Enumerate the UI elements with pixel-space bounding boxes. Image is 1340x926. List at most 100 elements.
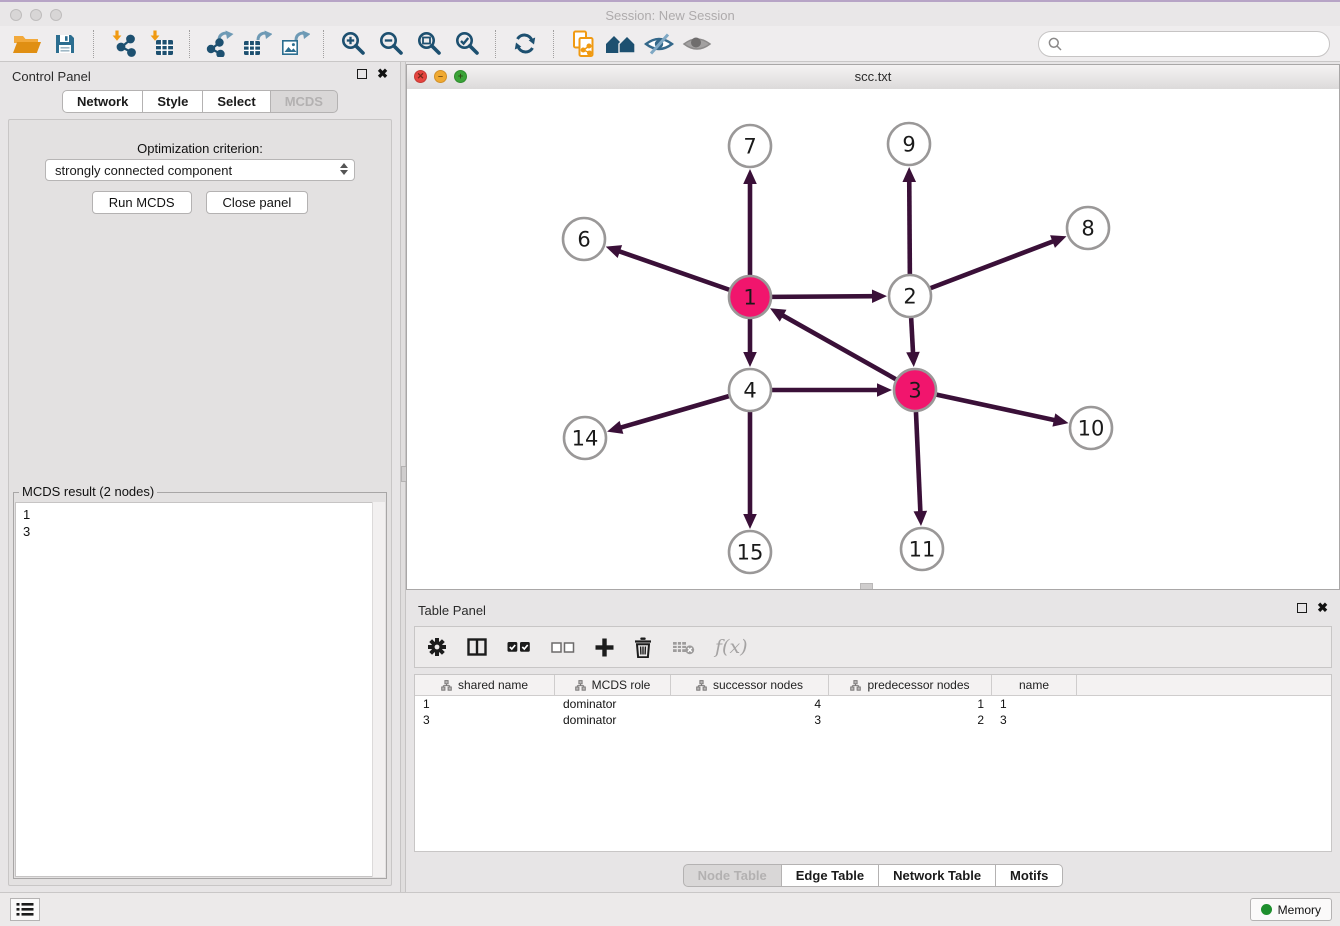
tab-edge-table[interactable]: Edge Table <box>782 864 879 887</box>
search-box[interactable] <box>1038 31 1330 57</box>
refresh-icon <box>512 31 538 56</box>
import-network-button[interactable] <box>106 29 140 59</box>
show-eye-button[interactable] <box>680 29 714 59</box>
run-mcds-button[interactable]: Run MCDS <box>92 191 192 214</box>
column-chooser-icon[interactable] <box>467 638 487 656</box>
column-header-successor-nodes[interactable]: successor nodes <box>671 675 829 695</box>
open-session-button[interactable] <box>10 29 44 59</box>
column-header-MCDS-role[interactable]: MCDS role <box>555 675 671 695</box>
control-panel-header: Control Panel ✖ <box>0 62 400 90</box>
export-table-button[interactable] <box>240 29 274 59</box>
export-image-button[interactable] <box>278 29 312 59</box>
refresh-button[interactable] <box>508 29 542 59</box>
edge-1-6[interactable] <box>617 251 729 290</box>
zoom-out-button[interactable] <box>374 29 408 59</box>
import-table-button[interactable] <box>144 29 178 59</box>
sort-tree-icon <box>575 680 586 691</box>
tab-motifs[interactable]: Motifs <box>996 864 1063 887</box>
node-label-3: 3 <box>908 379 921 403</box>
table-cell[interactable]: 3 <box>415 712 555 728</box>
node-label-2: 2 <box>903 285 916 309</box>
node-label-8: 8 <box>1081 217 1094 241</box>
tab-style[interactable]: Style <box>143 90 203 113</box>
clone-network-button[interactable] <box>566 29 600 59</box>
column-header-name[interactable]: name <box>992 675 1077 695</box>
table-cell[interactable]: 3 <box>671 712 829 728</box>
memory-button[interactable]: Memory <box>1250 898 1332 921</box>
main-toolbar <box>0 26 1340 62</box>
edge-2-9[interactable] <box>909 179 910 274</box>
table-tabs: Node TableEdge TableNetwork TableMotifs <box>406 864 1340 887</box>
select-all-icon[interactable] <box>507 641 531 653</box>
search-input[interactable] <box>1067 33 1329 55</box>
save-session-button[interactable] <box>48 29 82 59</box>
table-row[interactable]: 1dominator411 <box>415 696 1331 712</box>
tab-node-table[interactable]: Node Table <box>683 864 782 887</box>
edge-4-14[interactable] <box>619 396 729 428</box>
table-cell[interactable]: 4 <box>671 696 829 712</box>
table-body: 1dominator4113dominator323 <box>415 696 1331 728</box>
hide-eye-button[interactable] <box>642 29 676 59</box>
houses-icon <box>605 32 637 56</box>
table-cell[interactable]: 1 <box>415 696 555 712</box>
criterion-dropdown[interactable]: strongly connected component <box>45 159 355 181</box>
edge-2-8[interactable] <box>931 240 1056 288</box>
tab-select[interactable]: Select <box>203 90 270 113</box>
zoom-selected-button[interactable] <box>450 29 484 59</box>
task-history-button[interactable] <box>10 898 40 921</box>
arrowhead-icon <box>743 169 757 184</box>
zoom-fit-button[interactable] <box>412 29 446 59</box>
function-builder-icon[interactable]: f(x) <box>715 636 748 658</box>
delete-row-trash-icon[interactable] <box>634 637 652 658</box>
control-panel: Control Panel ✖ NetworkStyleSelectMCDS O… <box>0 62 400 892</box>
arrowhead-icon <box>877 383 892 397</box>
table-cell[interactable]: dominator <box>555 712 671 728</box>
close-panel-button[interactable]: Close panel <box>206 191 309 214</box>
float-panel-icon[interactable] <box>357 69 367 79</box>
table-cell[interactable]: dominator <box>555 696 671 712</box>
tab-network-table[interactable]: Network Table <box>879 864 996 887</box>
node-label-7: 7 <box>743 135 756 159</box>
close-table-panel-icon[interactable]: ✖ <box>1317 602 1328 614</box>
memory-label: Memory <box>1278 903 1321 917</box>
table-row[interactable]: 3dominator323 <box>415 712 1331 728</box>
edge-3-11[interactable] <box>916 412 920 514</box>
deselect-all-icon[interactable] <box>551 642 575 653</box>
table-cell[interactable]: 1 <box>829 696 992 712</box>
add-row-icon[interactable] <box>595 638 614 657</box>
edge-3-1[interactable] <box>780 314 895 379</box>
table-cell[interactable]: 1 <box>992 696 1077 712</box>
import-network-icon <box>109 30 137 57</box>
window-titlebar: Session: New Session <box>0 0 1340 26</box>
edge-2-3[interactable] <box>911 318 913 355</box>
node-table[interactable]: shared nameMCDS rolesuccessor nodesprede… <box>414 674 1332 852</box>
eye-icon <box>682 33 712 55</box>
column-header-shared-name[interactable]: shared name <box>415 675 555 695</box>
tab-mcds[interactable]: MCDS <box>271 90 338 113</box>
delete-table-icon[interactable] <box>672 639 695 655</box>
toolbar-separator <box>495 30 497 58</box>
tab-network[interactable]: Network <box>62 90 143 113</box>
table-cell[interactable]: 2 <box>829 712 992 728</box>
table-cell[interactable]: 3 <box>992 712 1077 728</box>
list-icon <box>16 902 34 917</box>
zoom-in-button[interactable] <box>336 29 370 59</box>
network-canvas[interactable]: 7968124314101511 <box>407 89 1339 589</box>
float-table-panel-icon[interactable] <box>1297 603 1307 613</box>
column-header-predecessor-nodes[interactable]: predecessor nodes <box>829 675 992 695</box>
result-scrollbar[interactable] <box>372 502 385 877</box>
node-label-9: 9 <box>902 133 915 157</box>
settings-gear-icon[interactable] <box>427 637 447 657</box>
open-folder-icon <box>12 32 42 56</box>
network-window-titlebar[interactable]: ✕ – + scc.txt <box>407 65 1339 90</box>
save-floppy-icon <box>53 32 77 56</box>
close-panel-icon[interactable]: ✖ <box>377 68 388 80</box>
mcds-result-group: MCDS result (2 nodes) 1 3 <box>13 492 387 879</box>
mcds-result-text[interactable]: 1 3 <box>15 502 385 877</box>
horizontal-splitter-handle[interactable] <box>860 583 873 589</box>
edge-3-10[interactable] <box>937 395 1057 421</box>
houses-button[interactable] <box>604 29 638 59</box>
network-graph[interactable]: 7968124314101511 <box>407 89 1339 589</box>
export-network-button[interactable] <box>202 29 236 59</box>
edge-1-2[interactable] <box>772 296 875 297</box>
